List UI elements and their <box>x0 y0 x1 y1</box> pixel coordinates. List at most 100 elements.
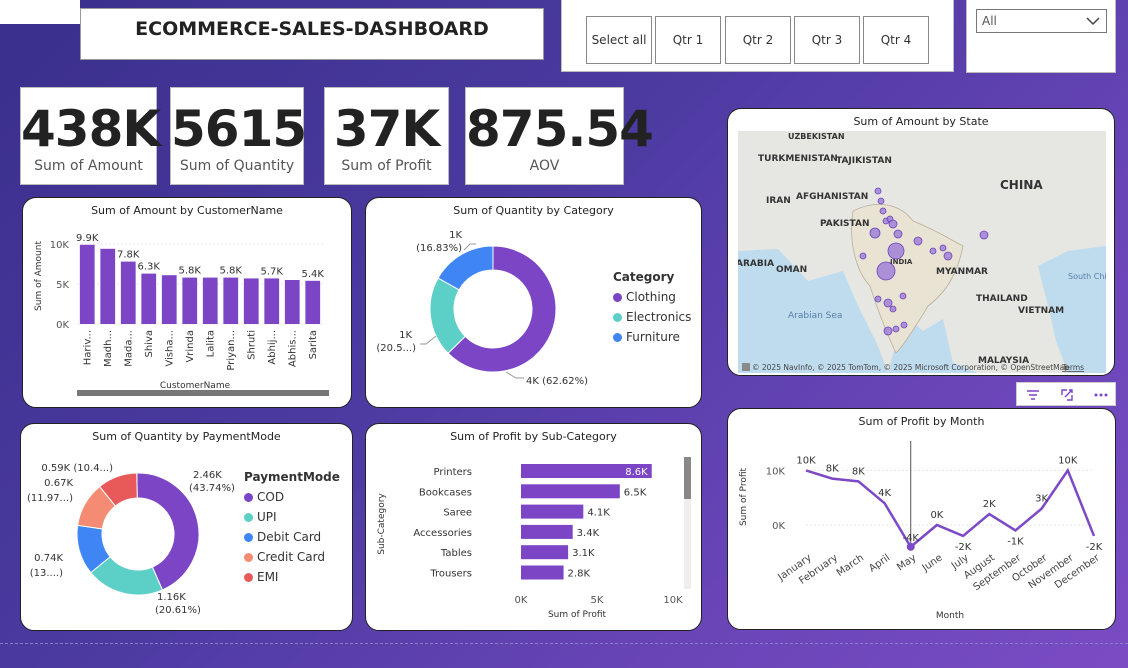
kpi-sum-of-amount: 438K Sum of Amount <box>20 87 161 185</box>
data-label: (20.61%) <box>155 605 201 616</box>
filter-icon[interactable] <box>1025 387 1041 403</box>
data-label: -2K <box>1086 542 1103 553</box>
legend-label: EMI <box>257 570 279 584</box>
data-label: 3K <box>1035 494 1048 505</box>
x-tick-label: Shiva <box>144 330 155 358</box>
data-label: (16.83%) <box>416 243 462 254</box>
data-label: 0.74K <box>34 553 63 564</box>
slicer-qtr4[interactable]: Qtr 4 <box>863 16 929 64</box>
x-tick-label: 5K <box>591 595 604 606</box>
x-axis-title: Month <box>936 611 964 621</box>
dropdown-value: All <box>982 14 997 28</box>
kpi-value: 438K <box>21 100 161 158</box>
quarter-slicer: Select all Qtr 1 Qtr 2 Qtr 3 Qtr 4 <box>561 0 954 72</box>
map-label: INDIA <box>890 258 913 266</box>
chart-quantity-by-paymentmode[interactable]: Sum of Quantity by PaymentMode 2.46K (43.… <box>20 423 353 631</box>
y-tick-label: Tables <box>440 548 472 559</box>
map-bubble <box>874 295 882 303</box>
chart-profit-by-month[interactable]: Sum of Profit by Month 0K 10K 10K January 8K… <box>727 408 1116 630</box>
chart-amount-by-customer[interactable]: Sum of Amount by CustomerName 0K 5K 10K 9.9… <box>22 197 352 408</box>
bar <box>521 545 569 560</box>
slicer-qtr3[interactable]: Qtr 3 <box>794 16 860 64</box>
map-bubble <box>889 305 897 313</box>
x-tick-label: Abhis... <box>287 330 298 367</box>
bar <box>182 277 198 324</box>
legend-dot <box>613 312 622 322</box>
map-attribution: © 2025 NavInfo, © 2025 TomTom, © 2025 Mi… <box>752 363 1069 372</box>
y-tick-label: Saree <box>443 508 472 519</box>
data-label: -2K <box>955 542 972 553</box>
map-bubble <box>939 244 947 252</box>
map-bubble <box>893 229 903 239</box>
bar <box>79 244 95 324</box>
data-label: 10K <box>1058 455 1078 466</box>
y-tick-label: 10K <box>766 466 786 477</box>
scrollbar-thumb <box>684 457 691 499</box>
bar <box>120 261 136 324</box>
slicer-qtr2[interactable]: Qtr 2 <box>725 16 791 64</box>
legend: Category Clothing Electronics Furniture <box>613 270 691 350</box>
map-bubble <box>887 242 905 260</box>
x-tick-label: Abhij... <box>267 330 278 365</box>
bar <box>521 484 620 499</box>
data-label: 0K <box>930 510 943 521</box>
x-tick-label: Hariv... <box>82 330 93 365</box>
data-label: 9.9K <box>76 233 99 244</box>
data-label: 4K <box>878 488 891 499</box>
data-label: 4K (62.62%) <box>526 376 588 387</box>
focus-mode-icon[interactable] <box>1059 387 1075 403</box>
chart-quantity-by-category[interactable]: Sum of Quantity by Category 4K (62.62%) 1… <box>365 197 702 408</box>
map-bubble <box>979 230 989 240</box>
data-label: -1K <box>1007 536 1024 547</box>
legend-dot <box>244 552 253 562</box>
dropdown-select[interactable]: All <box>976 9 1107 33</box>
kpi-label: AOV <box>529 158 560 174</box>
slicer-qtr1[interactable]: Qtr 1 <box>655 16 721 64</box>
legend-item-debit-card[interactable]: Debit Card <box>244 530 340 544</box>
legend-label: Credit Card <box>257 550 325 564</box>
legend-item-emi[interactable]: EMI <box>244 570 340 584</box>
y-tick-label: 0K <box>772 521 785 532</box>
bar <box>202 277 218 324</box>
x-tick-label: June <box>920 552 945 574</box>
kpi-sum-of-profit: 37K Sum of Profit <box>324 87 449 185</box>
leader-line <box>420 335 437 345</box>
map-label: TAJIKISTAN <box>836 156 892 166</box>
x-tick-label: Vrinda <box>185 330 196 363</box>
map-bubble <box>913 236 923 246</box>
bar <box>305 280 321 324</box>
dropdown-slicer: All <box>966 0 1116 73</box>
chart-profit-by-subcategory[interactable]: Sum of Profit by Sub-Category Printers 8.… <box>365 423 702 631</box>
chevron-down-icon <box>1086 17 1100 26</box>
map-label: UZBEKISTAN <box>788 132 845 141</box>
legend-title: PaymentMode <box>244 470 340 484</box>
legend-item-credit-card[interactable]: Credit Card <box>244 550 340 564</box>
legend-item-clothing[interactable]: Clothing <box>613 290 691 304</box>
x-tick-label: Mada... <box>123 330 134 367</box>
map-label: TURKMENISTAN <box>758 154 838 164</box>
bar <box>223 277 239 324</box>
legend-dot <box>244 512 253 522</box>
y-tick-label: 0K <box>56 320 69 331</box>
slicer-select-all[interactable]: Select all <box>586 16 652 64</box>
x-axis-title: Sum of Profit <box>548 610 607 620</box>
x-tick-label: May <box>895 552 918 573</box>
map-bubble <box>859 252 867 260</box>
legend-item-furniture[interactable]: Furniture <box>613 330 691 344</box>
legend-item-cod[interactable]: COD <box>244 490 340 504</box>
legend-label: Clothing <box>626 290 676 304</box>
map-bubble <box>888 219 898 229</box>
more-options-icon[interactable] <box>1093 387 1109 403</box>
y-tick-label: 5K <box>56 280 69 291</box>
hover-point <box>906 542 915 551</box>
legend-item-electronics[interactable]: Electronics <box>613 310 691 324</box>
legend-item-upi[interactable]: UPI <box>244 510 340 524</box>
map-bubble <box>883 298 893 308</box>
map-label: THAILAND <box>976 294 1028 304</box>
y-axis-title: Sub-Category <box>377 493 387 555</box>
visual-header <box>1016 382 1116 406</box>
map-amount-by-state[interactable]: Sum of Amount by State UZBEKISTAN TURKMEN… <box>727 108 1115 376</box>
data-label: 8K <box>852 466 865 477</box>
bar-chart-svg: 0K 5K 10K 9.9K Hariv... Madh... 7.8K Mada... 6.3… <box>34 233 329 396</box>
map-label: VIETNAM <box>1018 306 1064 316</box>
